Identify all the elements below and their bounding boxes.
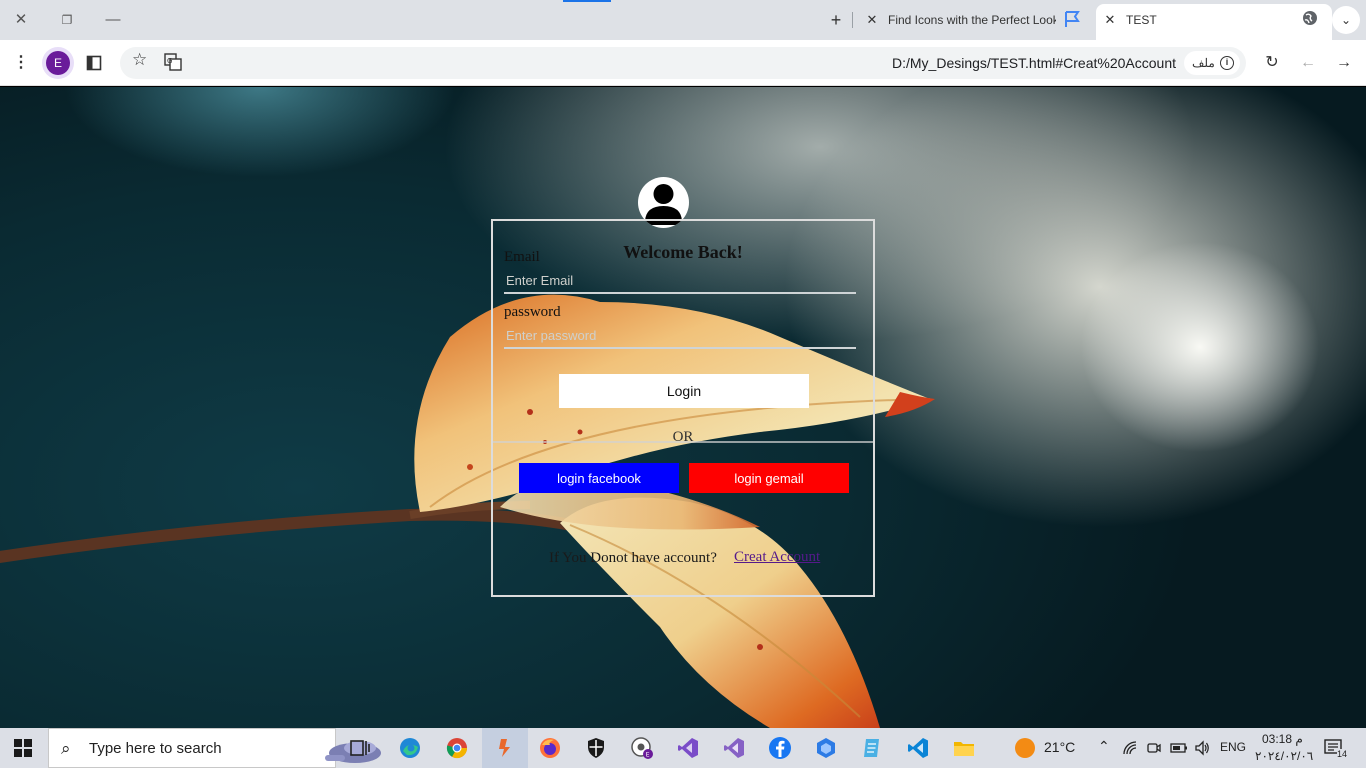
taskbar-search-placeholder: Type here to search [89,740,222,757]
site-info-label: ملف [1192,56,1215,70]
window-close-icon[interactable]: ✕ [6,6,36,34]
visual-studio-preview-icon[interactable] [676,736,700,760]
tab-separator [852,12,853,28]
postman-icon[interactable] [493,736,517,760]
input-language[interactable]: ENG [1220,740,1246,754]
login-card: Welcome Back! Email password Login OR lo… [491,219,875,597]
bookmark-star-icon[interactable]: ☆ [132,50,147,70]
side-panel-icon[interactable] [81,50,107,76]
firefox-icon[interactable] [538,736,562,760]
wifi-icon[interactable] [1122,740,1138,756]
svg-text:G: G [167,57,172,65]
notification-count-badge: 14 [1337,749,1348,759]
window-minimize-icon[interactable]: — [98,6,128,34]
flag-icon [1065,11,1080,27]
web-page: Welcome Back! Email password Login OR lo… [0,87,1366,728]
translate-icon[interactable]: G [164,53,182,71]
menu-kebab-icon[interactable]: ⋮ [8,50,34,76]
window-restore-icon[interactable]: ❐ [52,6,82,34]
login-facebook-button[interactable]: login facebook [519,463,679,493]
file-explorer-icon[interactable] [952,736,976,760]
tab-close-icon[interactable]: ✕ [1102,4,1118,36]
password-label: password [504,304,561,320]
tab-load-indicator [563,0,611,2]
tab-title: TEST [1126,13,1157,27]
volume-icon[interactable] [1194,740,1210,756]
tab-test[interactable]: ✕ TEST [1096,4,1332,40]
battery-icon[interactable] [1170,740,1188,756]
windows-taskbar: ⌕ Type here to search E 21°C ⌃ ENG 03:18… [0,728,1366,768]
visual-studio-icon[interactable] [722,736,746,760]
tab-search-chevron-icon[interactable]: ⌄ [1332,6,1360,34]
email-label: Email [504,249,540,265]
tab-find-icons[interactable]: ✕ Find Icons with the Perfect Look [858,4,1092,40]
tray-chevron-up-icon[interactable]: ⌃ [1098,738,1110,755]
address-url[interactable]: D:/My_Desings/TEST.html#Creat%20Account [892,47,1176,79]
windows-start-icon[interactable] [14,739,32,757]
or-divider-text: OR [672,429,694,445]
task-view-icon[interactable] [348,736,372,760]
facebook-icon[interactable] [768,736,792,760]
forward-arrow-icon[interactable]: → [1331,50,1357,76]
search-highlight-image [325,741,381,763]
password-field[interactable] [504,323,856,349]
clock-date[interactable]: ٢٠٢٤/٠٢/٠٦ [1255,749,1313,763]
welcome-heading: Welcome Back! [623,242,743,262]
weather-sun-icon[interactable] [1013,736,1037,760]
chrome-browser-icon[interactable] [445,736,469,760]
address-bar[interactable]: ☆ G D:/My_Desings/TEST.html#Creat%20Acco… [120,47,1246,79]
new-tab-button[interactable]: + [826,8,846,32]
edge-browser-icon[interactable] [398,736,422,760]
site-info-chip[interactable]: ملف i [1184,51,1240,75]
taskbar-search-box[interactable]: ⌕ Type here to search [48,728,381,768]
meet-now-icon[interactable] [1146,740,1162,756]
chrome-profile-icon[interactable]: E [630,736,654,760]
login-button[interactable]: Login [559,374,809,408]
weather-temperature[interactable]: 21°C [1044,739,1075,755]
profile-avatar[interactable]: E [46,51,70,75]
clock-time[interactable]: 03:18 م [1262,732,1303,746]
vscode-icon[interactable] [906,736,930,760]
globe-icon [1303,11,1317,25]
dev-home-icon[interactable] [814,736,838,760]
back-arrow-icon[interactable]: ← [1295,50,1321,76]
email-field[interactable] [504,268,856,294]
browser-tab-strip: ✕ ❐ — + ✕ Find Icons with the Perfect Lo… [0,0,1366,40]
create-account-link[interactable]: Creat Account [734,549,820,566]
no-account-text: If You Donot have account? [549,550,717,566]
notepad-icon[interactable] [860,736,884,760]
tab-title: Find Icons with the Perfect Look [888,13,1056,27]
browser-toolbar: ⋮ E ☆ G D:/My_Desings/TEST.html#Creat%20… [0,40,1366,86]
info-icon: i [1220,56,1234,70]
svg-text:E: E [646,752,650,759]
reload-icon[interactable]: ↻ [1259,50,1285,76]
screen: ✕ ❐ — + ✕ Find Icons with the Perfect Lo… [0,0,1366,768]
login-gmail-button[interactable]: login gemail [689,463,849,493]
windows-security-icon[interactable] [584,736,608,760]
search-icon: ⌕ [61,739,71,758]
tab-close-icon[interactable]: ✕ [864,4,880,36]
